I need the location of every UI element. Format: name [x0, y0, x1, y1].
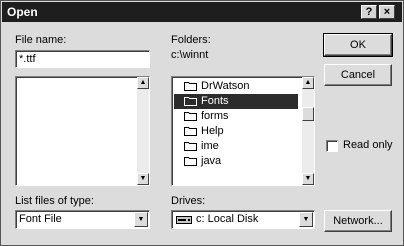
read-only-checkbox[interactable]	[326, 140, 338, 152]
ok-button[interactable]: OK	[323, 33, 393, 57]
scroll-thumb[interactable]	[302, 107, 314, 121]
file-type-label: List files of type:	[15, 195, 94, 207]
folder-icon	[184, 97, 197, 106]
help-button[interactable]: ?	[361, 5, 377, 19]
file-list-scrollbar[interactable]: ▲ ▼	[137, 77, 149, 185]
close-button[interactable]: ×	[379, 5, 395, 19]
current-path: c:\winnt	[171, 49, 209, 61]
folder-icon	[184, 82, 197, 91]
folder-icon	[184, 142, 197, 151]
drive-select[interactable]: c: Local Disk ▼	[171, 210, 315, 229]
read-only-label[interactable]: Read only	[343, 139, 393, 151]
file-type-value: Font File	[19, 213, 62, 225]
network-button[interactable]: Network...	[324, 210, 392, 232]
drive-value: c: Local Disk	[196, 213, 259, 225]
folder-item[interactable]: DrWatson	[174, 79, 298, 94]
folder-item-label: Fonts	[201, 95, 229, 107]
drives-label: Drives:	[171, 195, 206, 207]
open-dialog: Open ? × File name: *.ttf ▲ ▼ Folders: c…	[0, 0, 404, 246]
folder-item[interactable]: forms	[174, 109, 298, 124]
folder-item[interactable]: Help	[174, 124, 298, 139]
hard-drive-icon	[176, 216, 192, 224]
folder-item-label: forms	[201, 110, 229, 122]
folder-list-scrollbar[interactable]: ▲ ▼	[302, 77, 314, 185]
scroll-up-icon[interactable]: ▲	[302, 77, 314, 89]
folder-item-label: DrWatson	[201, 80, 250, 92]
dialog-title: Open	[7, 5, 38, 19]
scroll-down-icon[interactable]: ▼	[302, 173, 314, 185]
cancel-button[interactable]: Cancel	[324, 64, 392, 86]
file-name-input[interactable]: *.ttf	[15, 50, 150, 68]
folder-item[interactable]: ime	[174, 139, 298, 154]
folder-item-label: ime	[201, 140, 219, 152]
folder-icon	[184, 127, 197, 136]
folder-item[interactable]: Fonts	[174, 94, 298, 109]
title-bar[interactable]: Open ? ×	[2, 2, 402, 22]
file-type-select[interactable]: Font File ▼	[15, 210, 150, 229]
folder-icon	[184, 112, 197, 121]
folder-list[interactable]: DrWatson Fonts forms Help ime java ▲ ▼	[171, 76, 315, 186]
folder-item[interactable]: java	[174, 154, 298, 169]
file-list[interactable]: ▲ ▼	[15, 76, 150, 186]
folders-label: Folders:	[171, 34, 211, 46]
chevron-down-icon[interactable]: ▼	[299, 212, 313, 227]
file-name-value: *.ttf	[19, 53, 36, 65]
folder-item-label: Help	[201, 125, 224, 137]
folder-icon	[184, 157, 197, 166]
chevron-down-icon[interactable]: ▼	[134, 212, 148, 227]
scroll-down-icon[interactable]: ▼	[137, 173, 149, 185]
folder-item-label: java	[201, 155, 222, 167]
scroll-up-icon[interactable]: ▲	[137, 77, 149, 89]
file-name-label: File name:	[15, 34, 67, 46]
